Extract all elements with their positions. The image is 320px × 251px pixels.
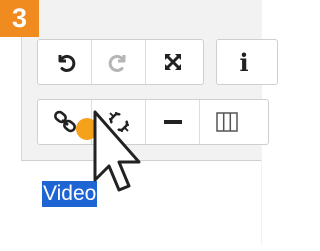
- info-button[interactable]: i: [217, 40, 271, 84]
- redo-icon: [108, 54, 125, 72]
- horizontal-rule-button[interactable]: [146, 100, 200, 144]
- redo-button[interactable]: [92, 40, 146, 84]
- fullscreen-button[interactable]: [146, 40, 200, 84]
- fullscreen-icon: [165, 54, 181, 70]
- table-icon: [216, 112, 238, 132]
- history-toolbar-group: [37, 39, 204, 85]
- info-toolbar-group: i: [216, 39, 278, 85]
- undo-button[interactable]: [38, 40, 92, 84]
- link-icon: [53, 110, 76, 133]
- horizontal-rule-icon: [163, 120, 182, 124]
- step-badge: 3: [0, 0, 39, 37]
- table-button[interactable]: [200, 100, 254, 144]
- selected-text[interactable]: Video: [42, 181, 98, 207]
- info-icon: i: [239, 47, 249, 77]
- undo-icon: [58, 54, 75, 72]
- insert-toolbar-group: [37, 99, 269, 145]
- mouse-pointer-icon: [93, 110, 141, 192]
